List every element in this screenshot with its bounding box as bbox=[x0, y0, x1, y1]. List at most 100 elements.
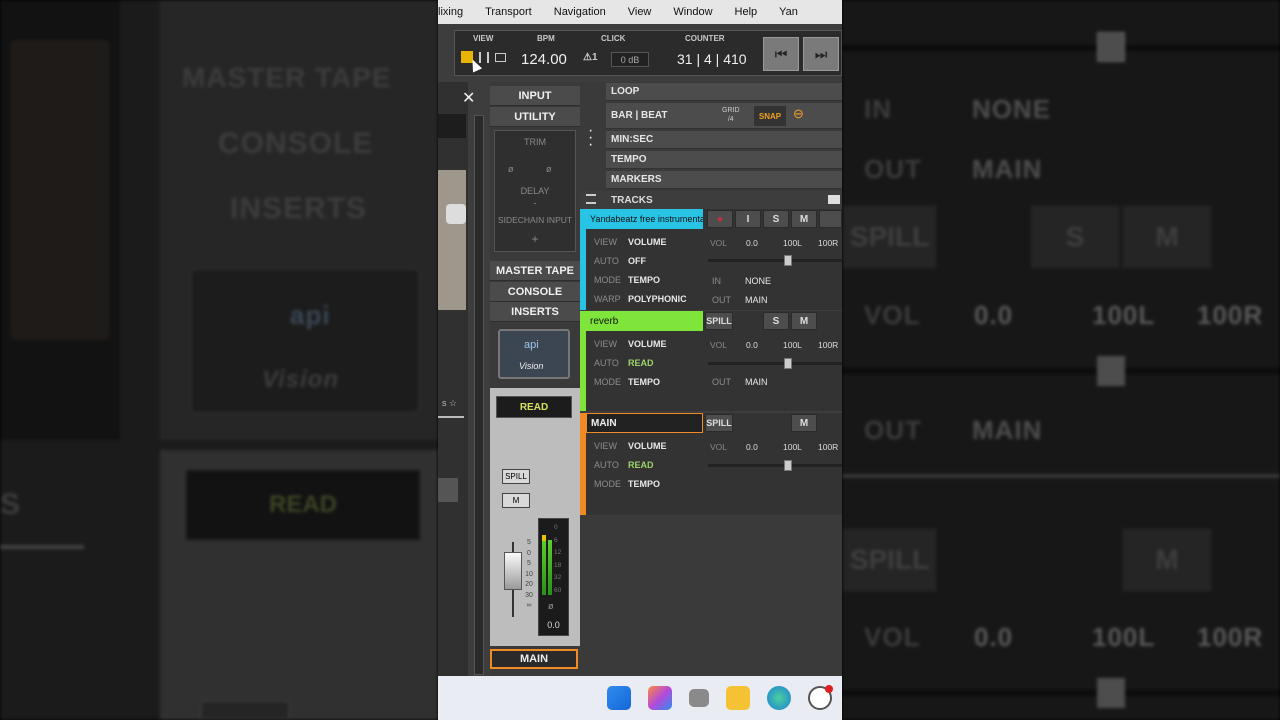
menu-help[interactable]: Help bbox=[735, 6, 758, 18]
track-2-name[interactable]: reverb bbox=[586, 311, 703, 331]
track-3-auto[interactable]: READ bbox=[628, 460, 654, 470]
favorite-star-icon[interactable]: s ☆ bbox=[442, 398, 457, 409]
metronome-icon[interactable]: ⚠1 bbox=[583, 52, 605, 65]
automation-read-button[interactable]: READ bbox=[496, 396, 572, 418]
delay-label: DELAY bbox=[520, 186, 550, 196]
task-view-icon[interactable] bbox=[689, 689, 709, 707]
track-1-pan-l[interactable]: 100L bbox=[783, 238, 802, 248]
more-options-icon[interactable]: · · · bbox=[588, 123, 593, 153]
delay-value[interactable]: - bbox=[494, 198, 576, 208]
track-3-mute-button[interactable]: M bbox=[791, 414, 817, 432]
phase-right-icon[interactable]: ø bbox=[546, 164, 552, 174]
master-tape-button[interactable]: MASTER TAPE bbox=[490, 261, 580, 281]
track-1-view[interactable]: VOLUME bbox=[628, 237, 667, 247]
vertical-scrollbar[interactable] bbox=[474, 115, 484, 675]
track-2-mode[interactable]: TEMPO bbox=[628, 377, 660, 387]
track-2-pan-l[interactable]: 100L bbox=[783, 340, 802, 350]
trim-label: TRIM bbox=[524, 137, 546, 147]
tracks-menu-icon[interactable] bbox=[586, 194, 596, 204]
bpm-label: BPM bbox=[537, 34, 555, 43]
tracks-view-icon[interactable] bbox=[828, 195, 840, 204]
menu-user[interactable]: Yan bbox=[779, 6, 798, 18]
track-1-output[interactable]: MAIN bbox=[745, 295, 768, 305]
phase-left-icon[interactable]: ø bbox=[508, 164, 514, 174]
ruler-min-sec[interactable]: MIN:SEC bbox=[606, 131, 842, 149]
track-2-spill-button[interactable]: SPILL bbox=[705, 312, 733, 330]
add-sidechain-icon[interactable]: + bbox=[494, 232, 576, 246]
menu-navigation[interactable]: Navigation bbox=[554, 6, 606, 18]
phase-invert-icon[interactable]: ø bbox=[548, 601, 554, 611]
track-3-volume-slider[interactable] bbox=[708, 460, 842, 471]
track-2-solo-button[interactable]: S bbox=[763, 312, 789, 330]
track-1-name[interactable]: Yandabeatz free instrumental ... bbox=[586, 209, 703, 229]
mute-button[interactable]: M bbox=[502, 493, 530, 508]
track-1-auto[interactable]: OFF bbox=[628, 256, 646, 266]
console-button[interactable]: CONSOLE bbox=[490, 282, 580, 302]
track-3: MAIN SPILL M VIEW VOLUME AUTO READ MODE … bbox=[580, 413, 842, 515]
track-1-warp[interactable]: POLYPHONIC bbox=[628, 294, 687, 304]
input-button[interactable]: INPUT bbox=[490, 86, 580, 106]
mixer-view-icon[interactable] bbox=[479, 52, 489, 63]
track-1-volume-slider[interactable] bbox=[708, 255, 842, 266]
windows-start-icon[interactable] bbox=[607, 686, 631, 710]
utility-button[interactable]: UTILITY bbox=[490, 107, 580, 127]
click-label: CLICK bbox=[601, 34, 626, 43]
copilot-icon[interactable] bbox=[648, 686, 672, 710]
track-1-pan-r[interactable]: 100R bbox=[818, 238, 838, 248]
file-explorer-icon[interactable] bbox=[726, 686, 750, 710]
track-1-slider-knob[interactable] bbox=[783, 255, 792, 266]
spill-button[interactable]: SPILL bbox=[502, 469, 530, 484]
track-3-mode[interactable]: TEMPO bbox=[628, 479, 660, 489]
chrome-like-icon[interactable] bbox=[808, 685, 833, 710]
track-2-volume-slider[interactable] bbox=[708, 358, 842, 369]
rewind-to-start-button[interactable]: ⏮ bbox=[763, 37, 799, 71]
track-1-input[interactable]: NONE bbox=[745, 276, 771, 286]
track-1-solo-button[interactable]: S bbox=[763, 210, 789, 228]
track-3-slider-knob[interactable] bbox=[783, 460, 792, 471]
plugin-image-edge bbox=[438, 170, 466, 310]
track-2-vol[interactable]: 0.0 bbox=[746, 340, 758, 350]
ruler-loop[interactable]: LOOP bbox=[606, 83, 842, 101]
ruler-tempo[interactable]: TEMPO bbox=[606, 151, 842, 169]
api-vision-insert[interactable] bbox=[498, 329, 570, 379]
track-3-spill-button[interactable]: SPILL bbox=[705, 414, 733, 432]
menu-mixing[interactable]: lixing bbox=[438, 6, 463, 18]
inserts-button[interactable]: INSERTS bbox=[490, 302, 580, 322]
track-1-vol[interactable]: 0.0 bbox=[746, 238, 758, 248]
track-2-slider-knob[interactable] bbox=[783, 358, 792, 369]
ruler-markers[interactable]: MARKERS bbox=[606, 171, 842, 189]
forward-to-end-button[interactable]: ⏭ bbox=[803, 37, 839, 71]
counter-value[interactable]: 31 | 4 | 410 bbox=[677, 51, 747, 67]
track-3-name[interactable]: MAIN bbox=[586, 413, 703, 433]
daw-window: lixing Transport Navigation View Window … bbox=[438, 0, 842, 720]
track-3-pan-r[interactable]: 100R bbox=[818, 442, 838, 452]
track-2-mute-button[interactable]: M bbox=[791, 312, 817, 330]
grid-control[interactable]: GRID/4 bbox=[722, 106, 740, 124]
empty-track-area[interactable] bbox=[580, 516, 842, 676]
track-3-pan-l[interactable]: 100L bbox=[783, 442, 802, 452]
menu-window[interactable]: Window bbox=[673, 6, 712, 18]
main-fader-knob[interactable] bbox=[504, 552, 522, 590]
track-1-mute-button[interactable]: M bbox=[791, 210, 817, 228]
bpm-value[interactable]: 124.00 bbox=[521, 51, 567, 68]
track-2-auto[interactable]: READ bbox=[628, 358, 654, 368]
screen-view-icon[interactable] bbox=[495, 53, 506, 62]
close-icon[interactable]: ✕ bbox=[462, 88, 475, 108]
track-1-mode[interactable]: TEMPO bbox=[628, 275, 660, 285]
track-3-view[interactable]: VOLUME bbox=[628, 441, 667, 451]
track-1-record-button[interactable]: ● bbox=[707, 210, 733, 228]
menu-transport[interactable]: Transport bbox=[485, 6, 532, 18]
edge-browser-icon[interactable] bbox=[767, 686, 791, 710]
channel-name-main[interactable]: MAIN bbox=[490, 649, 578, 669]
track-3-vol[interactable]: 0.0 bbox=[746, 442, 758, 452]
link-icon[interactable]: ⊖ bbox=[793, 106, 817, 126]
track-2-view[interactable]: VOLUME bbox=[628, 339, 667, 349]
track-1-input-button[interactable]: I bbox=[735, 210, 761, 228]
track-2-pan-r[interactable]: 100R bbox=[818, 340, 838, 350]
menu-view[interactable]: View bbox=[628, 6, 652, 18]
track-2: reverb SPILL S M VIEW VOLUME AUTO READ M… bbox=[580, 311, 842, 411]
tracks-header: TRACKS bbox=[611, 195, 653, 206]
snap-button[interactable]: SNAP bbox=[754, 106, 786, 126]
track-2-output[interactable]: MAIN bbox=[745, 377, 768, 387]
click-level[interactable]: 0 dB bbox=[611, 52, 649, 67]
